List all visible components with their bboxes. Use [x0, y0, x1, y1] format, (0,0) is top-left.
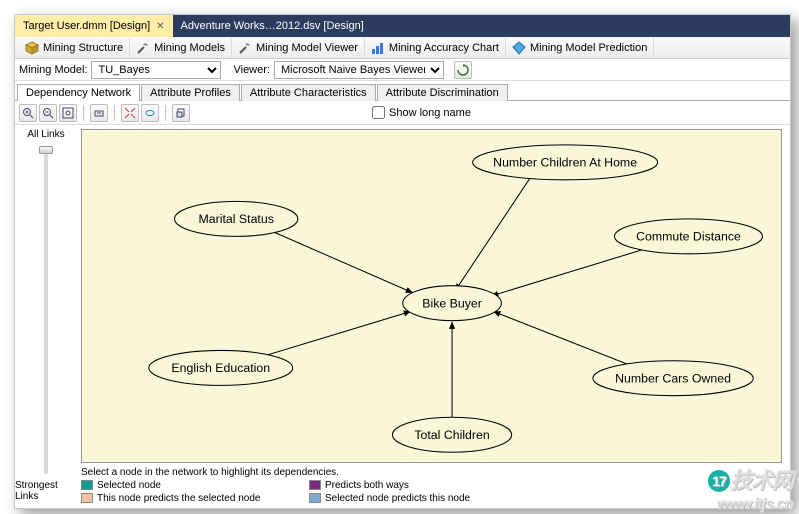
slider-label-top: All Links — [27, 129, 64, 140]
swatch-selected-predicts — [309, 493, 321, 503]
mining-models-button[interactable]: Mining Models — [130, 38, 232, 58]
node-bike-buyer[interactable]: Bike Buyer — [403, 286, 502, 321]
mining-model-prediction-button[interactable]: Mining Model Prediction — [506, 38, 654, 58]
tab-attribute-characteristics[interactable]: Attribute Characteristics — [241, 84, 376, 101]
pick-icon — [238, 41, 252, 55]
slider-label-bottom: Strongest Links — [15, 480, 77, 502]
svg-text:English Education: English Education — [171, 361, 270, 375]
zoom-out-button[interactable] — [39, 104, 57, 122]
node-marital-status[interactable]: Marital Status — [175, 201, 298, 236]
refresh-icon[interactable] — [454, 61, 472, 79]
content-area: All Links Strongest Links — [15, 125, 790, 508]
legend: Select a node in the network to highligh… — [81, 463, 782, 504]
dependency-network-canvas[interactable]: Number Children At Home Marital Status C… — [81, 129, 782, 463]
doc-tab-inactive[interactable]: Adventure Works…2012.dsv [Design] — [173, 15, 372, 37]
swatch-selected — [81, 480, 93, 490]
diamond-icon — [512, 41, 526, 55]
node-number-children-at-home[interactable]: Number Children At Home — [473, 145, 658, 180]
node-commute-distance[interactable]: Commute Distance — [614, 219, 762, 254]
slider-track[interactable] — [44, 146, 48, 474]
tab-attribute-discrimination[interactable]: Attribute Discrimination — [377, 84, 508, 101]
cube-icon — [25, 41, 39, 55]
tab-dependency-network[interactable]: Dependency Network — [17, 84, 140, 101]
swatch-predicts-both — [309, 480, 321, 490]
mining-accuracy-chart-button[interactable]: Mining Accuracy Chart — [365, 38, 506, 58]
viewer-label: Viewer: — [233, 64, 269, 76]
pick-icon — [136, 41, 150, 55]
network-graph: Number Children At Home Marital Status C… — [82, 130, 781, 462]
close-icon[interactable]: ✕ — [156, 21, 164, 32]
show-long-name-checkbox[interactable]: Show long name — [372, 106, 471, 119]
app-window: Target User.dmm [Design] ✕ Adventure Wor… — [14, 14, 791, 509]
node-english-education[interactable]: English Education — [149, 350, 293, 385]
svg-text:Bike Buyer: Bike Buyer — [422, 296, 482, 310]
doc-tab-label: Target User.dmm [Design] — [23, 20, 150, 32]
mining-model-select[interactable]: TU_Bayes — [91, 61, 221, 79]
swatch-predicts-selected — [81, 493, 93, 503]
highlight-button[interactable] — [141, 104, 159, 122]
svg-text:Commute Distance: Commute Distance — [636, 229, 741, 243]
viewer-select[interactable]: Microsoft Naive Bayes Viewer — [274, 61, 444, 79]
slider-thumb[interactable] — [39, 146, 53, 154]
layout-button[interactable] — [121, 104, 139, 122]
view-ribbon: Mining Structure Mining Models Mining Mo… — [15, 37, 790, 59]
doc-tab-active[interactable]: Target User.dmm [Design] ✕ — [15, 15, 173, 37]
subtab-strip: Dependency Network Attribute Profiles At… — [15, 81, 790, 101]
chart-icon — [371, 41, 385, 55]
mining-model-viewer-button[interactable]: Mining Model Viewer — [232, 38, 365, 58]
node-total-children[interactable]: Total Children — [392, 417, 511, 452]
doc-tab-label: Adventure Works…2012.dsv [Design] — [181, 20, 364, 32]
fit-button[interactable] — [59, 104, 77, 122]
canvas-toolbar: Show long name — [15, 101, 790, 125]
zoom-in-button[interactable] — [19, 104, 37, 122]
mining-model-label: Mining Model: — [19, 64, 87, 76]
find-node-button[interactable] — [90, 104, 108, 122]
node-number-cars-owned[interactable]: Number Cars Owned — [593, 361, 753, 396]
legend-hint: Select a node in the network to highligh… — [81, 467, 782, 478]
svg-text:Number Children At Home: Number Children At Home — [493, 155, 637, 169]
svg-text:Number Cars Owned: Number Cars Owned — [615, 371, 731, 385]
svg-text:Marital Status: Marital Status — [199, 212, 274, 226]
copy-button[interactable] — [172, 104, 190, 122]
tab-attribute-profiles[interactable]: Attribute Profiles — [141, 84, 240, 101]
model-selector-row: Mining Model: TU_Bayes Viewer: Microsoft… — [15, 59, 790, 81]
svg-text:Total Children: Total Children — [414, 428, 490, 442]
mining-structure-button[interactable]: Mining Structure — [19, 38, 130, 58]
link-strength-slider: All Links Strongest Links — [15, 125, 77, 508]
title-bar: Target User.dmm [Design] ✕ Adventure Wor… — [15, 15, 790, 37]
